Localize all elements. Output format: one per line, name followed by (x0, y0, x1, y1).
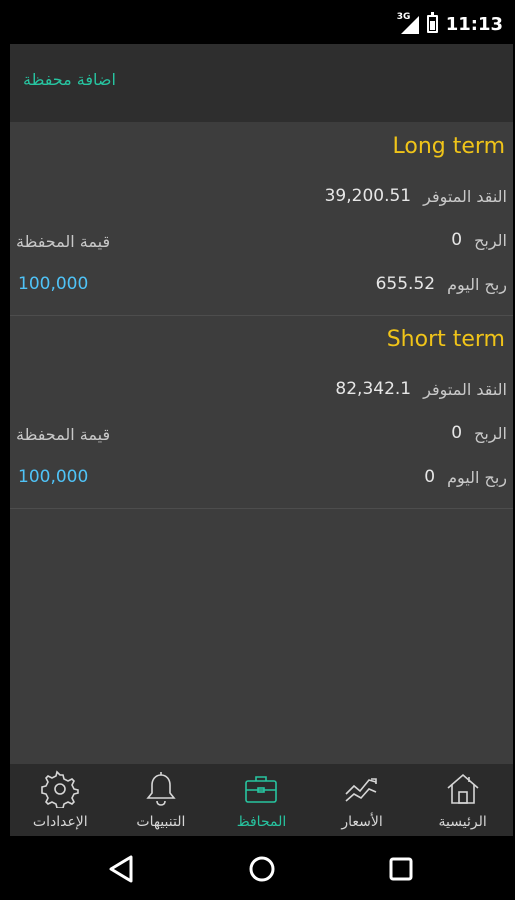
home-button-icon[interactable] (247, 854, 277, 884)
today-profit-label: ربح اليوم (447, 467, 507, 487)
nav-portfolios-label: المحافظ (236, 814, 287, 830)
back-icon[interactable] (107, 854, 137, 884)
profit-label: الربح (474, 423, 507, 443)
portfolio-value-label: قيمة المحفظة (16, 232, 111, 251)
portfolio-value: 100,000 (18, 274, 89, 294)
battery-icon (426, 12, 438, 33)
cash-label: النقد المتوفر (423, 379, 507, 399)
nav-settings-label: الإعدادات (32, 814, 88, 830)
nav-alerts[interactable]: التنبيهات (111, 764, 212, 836)
status-icons: 3G 11:13 (397, 12, 503, 36)
cash-value: 39,200.51 (324, 186, 412, 206)
nav-prices-label: الأسعار (341, 814, 383, 830)
nav-home[interactable]: الرئيسية (412, 764, 513, 836)
nav-portfolios[interactable]: المحافظ (211, 764, 312, 836)
profit-value: 0 (451, 230, 463, 250)
nav-alerts-label: التنبيهات (136, 814, 186, 830)
profit-value: 0 (451, 423, 463, 443)
bell-icon (146, 772, 176, 806)
today-profit-row: 0 ربح اليوم (424, 467, 507, 487)
profit-label: الربح (474, 230, 507, 250)
add-portfolio-button[interactable]: اضافة محفظة (23, 70, 116, 89)
gear-icon (41, 770, 80, 808)
cash-label: النقد المتوفر (423, 186, 507, 206)
app-bar: اضافة محفظة (10, 44, 513, 122)
system-nav-bar (10, 836, 513, 900)
portfolio-value: 100,000 (18, 467, 89, 487)
app-frame: 3G 11:13 اضافة محفظة Long term 39,200.51… (10, 0, 513, 900)
today-profit-value: 0 (424, 467, 436, 487)
portfolio-card[interactable]: Long term 39,200.51 النقد المتوفر 0 الرب… (10, 122, 513, 316)
nav-prices[interactable]: الأسعار (312, 764, 413, 836)
profit-row: 0 الربح (451, 423, 507, 443)
profit-row: 0 الربح (451, 230, 507, 250)
nav-settings[interactable]: الإعدادات (10, 764, 111, 836)
cash-row: 39,200.51 النقد المتوفر (325, 186, 507, 206)
portfolio-list: Long term 39,200.51 النقد المتوفر 0 الرب… (10, 122, 513, 764)
today-profit-value: 655.52 (375, 274, 436, 294)
nav-home-label: الرئيسية (438, 814, 487, 830)
cash-row: 82,342.1 النقد المتوفر (335, 379, 507, 399)
signal-icon: 3G (397, 12, 419, 34)
portfolio-value-label: قيمة المحفظة (16, 425, 111, 444)
portfolio-name: Long term (392, 134, 505, 159)
portfolio-name: Short term (386, 327, 505, 352)
status-time: 11:13 (445, 13, 503, 35)
portfolio-card[interactable]: Short term 82,342.1 النقد المتوفر 0 الرب… (10, 315, 513, 509)
briefcase-icon (245, 776, 278, 803)
home-icon (447, 773, 479, 804)
today-profit-row: 655.52 ربح اليوم (376, 274, 507, 294)
bottom-nav: الإعدادات التنبيهات المحافظ الأسعار الرئ… (10, 764, 513, 836)
trend-chart-icon (345, 778, 377, 802)
recents-icon[interactable] (386, 854, 416, 884)
status-bar: 3G 11:13 (10, 0, 513, 44)
today-profit-label: ربح اليوم (447, 274, 507, 294)
cash-value: 82,342.1 (335, 379, 412, 399)
